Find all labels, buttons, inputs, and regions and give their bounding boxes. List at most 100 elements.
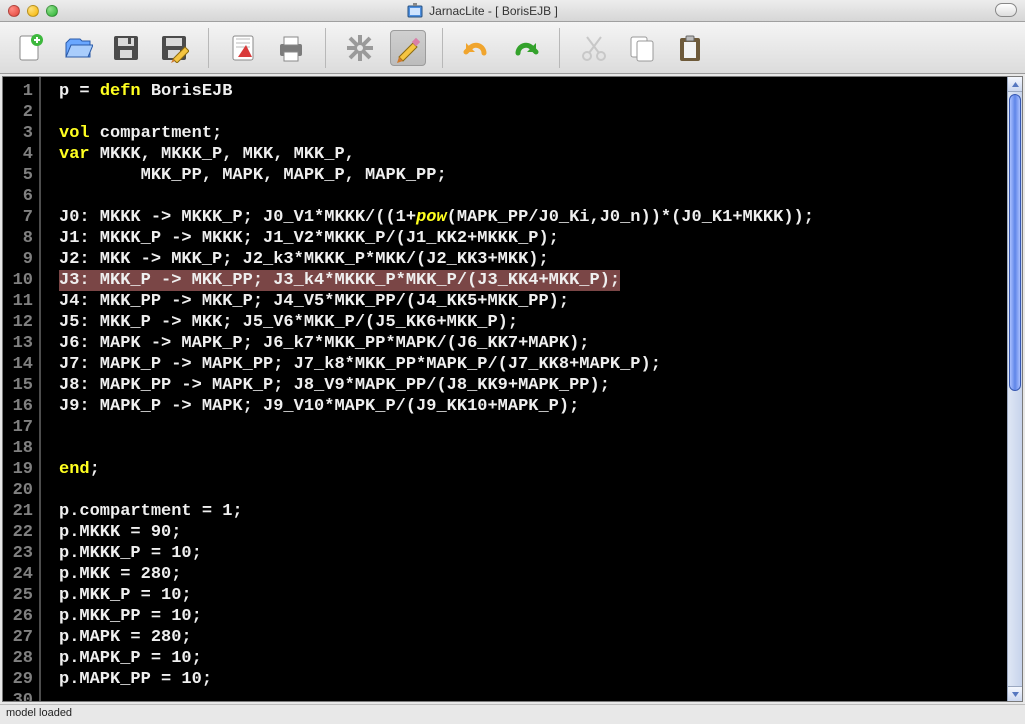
code-line[interactable]: J2: MKK -> MKK_P; J2_k3*MKKK_P*MKK/(J2_K… — [59, 249, 1007, 270]
chevron-up-icon — [1011, 80, 1020, 89]
code-line[interactable] — [59, 186, 1007, 207]
pencil-icon — [393, 33, 423, 63]
line-number: 10 — [3, 270, 39, 291]
line-number: 7 — [3, 207, 39, 228]
code-line[interactable]: J8: MAPK_PP -> MAPK_P; J8_V9*MAPK_PP/(J8… — [59, 375, 1007, 396]
code-line[interactable]: p.MKK = 280; — [59, 564, 1007, 585]
line-gutter: 1234567891011121314151617181920212223242… — [3, 77, 41, 701]
code-line[interactable]: p.compartment = 1; — [59, 501, 1007, 522]
code-line[interactable]: p = defn BorisEJB — [59, 81, 1007, 102]
line-number: 6 — [3, 186, 39, 207]
fullscreen-pill[interactable] — [995, 3, 1017, 17]
paste-icon — [675, 33, 705, 63]
line-number: 8 — [3, 228, 39, 249]
line-number: 25 — [3, 585, 39, 606]
new-file-button[interactable] — [12, 30, 48, 66]
line-number: 5 — [3, 165, 39, 186]
line-number: 2 — [3, 102, 39, 123]
line-number: 12 — [3, 312, 39, 333]
line-number: 14 — [3, 354, 39, 375]
scroll-down-button[interactable] — [1008, 686, 1022, 701]
code-line[interactable] — [59, 102, 1007, 123]
code-line[interactable]: J4: MKK_PP -> MKK_P; J4_V5*MKK_PP/(J4_KK… — [59, 291, 1007, 312]
line-number: 27 — [3, 627, 39, 648]
save-button[interactable] — [108, 30, 144, 66]
code-line[interactable]: p.MAPK_PP = 10; — [59, 669, 1007, 690]
pdf-icon — [228, 33, 258, 63]
vertical-scrollbar[interactable] — [1007, 77, 1022, 701]
save-icon — [111, 33, 141, 63]
line-number: 4 — [3, 144, 39, 165]
window-title: JarnacLite - [ BorisEJB ] — [0, 3, 965, 19]
code-area[interactable]: p = defn BorisEJB vol compartment;var MK… — [41, 77, 1007, 701]
toolbar — [0, 22, 1025, 74]
scroll-up-button[interactable] — [1008, 77, 1022, 92]
cut-icon — [579, 33, 609, 63]
line-number: 9 — [3, 249, 39, 270]
code-line[interactable] — [59, 417, 1007, 438]
print-icon — [276, 33, 306, 63]
code-line[interactable]: J1: MKKK_P -> MKKK; J1_V2*MKKK_P/(J1_KK2… — [59, 228, 1007, 249]
app-icon — [407, 3, 423, 19]
code-line[interactable]: J9: MAPK_P -> MAPK; J9_V10*MAPK_P/(J9_KK… — [59, 396, 1007, 417]
undo-button[interactable] — [459, 30, 495, 66]
edit-mode-button[interactable] — [390, 30, 426, 66]
line-number: 11 — [3, 291, 39, 312]
code-line[interactable] — [59, 690, 1007, 701]
line-number: 3 — [3, 123, 39, 144]
gear-icon — [345, 33, 375, 63]
line-number: 17 — [3, 417, 39, 438]
code-line[interactable]: J3: MKK_P -> MKK_PP; J3_k4*MKKK_P*MKK_P/… — [59, 270, 620, 291]
redo-icon — [510, 33, 540, 63]
line-number: 20 — [3, 480, 39, 501]
code-line[interactable]: var MKKK, MKKK_P, MKK, MKK_P, — [59, 144, 1007, 165]
open-file-button[interactable] — [60, 30, 96, 66]
code-line[interactable]: J5: MKK_P -> MKK; J5_V6*MKK_P/(J5_KK6+MK… — [59, 312, 1007, 333]
scroll-thumb[interactable] — [1009, 94, 1021, 391]
line-number: 19 — [3, 459, 39, 480]
line-number: 13 — [3, 333, 39, 354]
paste-button[interactable] — [672, 30, 708, 66]
line-number: 22 — [3, 522, 39, 543]
line-number: 23 — [3, 543, 39, 564]
chevron-down-icon — [1011, 690, 1020, 699]
line-number: 18 — [3, 438, 39, 459]
line-number: 1 — [3, 81, 39, 102]
window-title-text: JarnacLite - [ BorisEJB ] — [429, 4, 558, 18]
code-line[interactable]: J7: MAPK_P -> MAPK_PP; J7_k8*MKK_PP*MAPK… — [59, 354, 1007, 375]
code-line[interactable]: p.MAPK_P = 10; — [59, 648, 1007, 669]
print-button[interactable] — [273, 30, 309, 66]
save-edit-icon — [159, 33, 189, 63]
code-line[interactable]: p.MKKK = 90; — [59, 522, 1007, 543]
code-line[interactable]: MKK_PP, MAPK, MAPK_P, MAPK_PP; — [59, 165, 1007, 186]
code-line[interactable] — [59, 438, 1007, 459]
code-line[interactable]: p.MAPK = 280; — [59, 627, 1007, 648]
line-number: 16 — [3, 396, 39, 417]
code-line[interactable]: end; — [59, 459, 1007, 480]
status-bar: model loaded — [0, 704, 1025, 724]
line-number: 30 — [3, 690, 39, 702]
code-line[interactable]: p.MKK_PP = 10; — [59, 606, 1007, 627]
copy-icon — [627, 33, 657, 63]
line-number: 26 — [3, 606, 39, 627]
line-number: 24 — [3, 564, 39, 585]
code-line[interactable]: J6: MAPK -> MAPK_P; J6_k7*MKK_PP*MAPK/(J… — [59, 333, 1007, 354]
scroll-track[interactable] — [1008, 92, 1022, 686]
code-line[interactable]: p.MKK_P = 10; — [59, 585, 1007, 606]
line-number: 21 — [3, 501, 39, 522]
copy-button[interactable] — [624, 30, 660, 66]
code-line[interactable]: p.MKKK_P = 10; — [59, 543, 1007, 564]
code-line[interactable]: J0: MKKK -> MKKK_P; J0_V1*MKKK/((1+pow(M… — [59, 207, 1007, 228]
settings-button[interactable] — [342, 30, 378, 66]
cut-button[interactable] — [576, 30, 612, 66]
line-number: 29 — [3, 669, 39, 690]
line-number: 28 — [3, 648, 39, 669]
export-pdf-button[interactable] — [225, 30, 261, 66]
save-edit-button[interactable] — [156, 30, 192, 66]
editor[interactable]: 1234567891011121314151617181920212223242… — [2, 76, 1023, 702]
undo-icon — [462, 33, 492, 63]
code-line[interactable] — [59, 480, 1007, 501]
code-line[interactable]: vol compartment; — [59, 123, 1007, 144]
redo-button[interactable] — [507, 30, 543, 66]
new-file-icon — [15, 33, 45, 63]
